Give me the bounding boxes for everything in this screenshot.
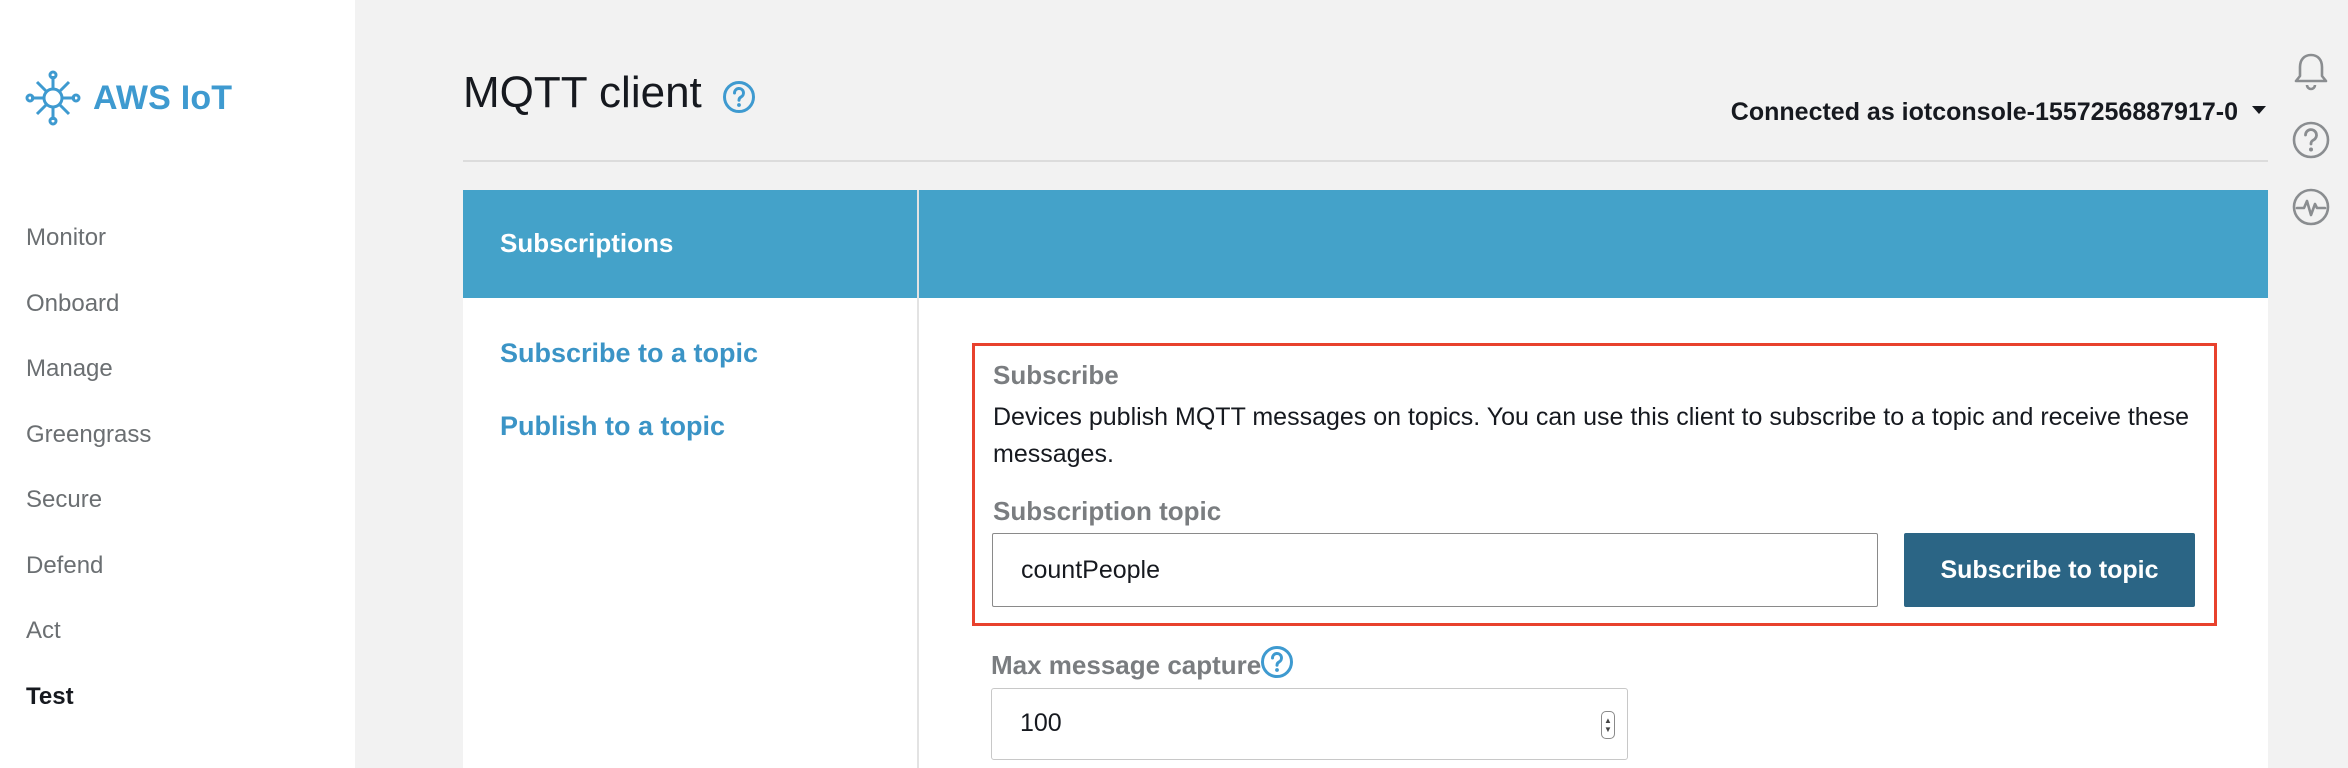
left-sidebar: AWS IoT Monitor Onboard Manage Greengras…	[0, 0, 355, 768]
header-divider	[463, 160, 2268, 162]
subscribe-section-highlight: Subscribe Devices publish MQTT messages …	[972, 343, 2217, 626]
sidebar-item-onboard[interactable]: Onboard	[26, 284, 151, 350]
sidebar-nav: Monitor Onboard Manage Greengrass Secure…	[26, 218, 151, 742]
sidebar-item-test[interactable]: Test	[26, 677, 151, 743]
stepper-up-icon[interactable]: ▲	[1604, 716, 1612, 725]
help-icon[interactable]	[722, 80, 756, 114]
aws-iot-logo-icon	[25, 70, 81, 126]
connection-dropdown[interactable]: Connected as iotconsole-1557256887917-0	[1731, 98, 2266, 127]
caret-down-icon	[2252, 105, 2266, 114]
subscription-topic-label: Subscription topic	[993, 496, 1222, 526]
publish-to-topic-link[interactable]: Publish to a topic	[500, 411, 725, 442]
subscribe-to-topic-button[interactable]: Subscribe to topic	[1904, 533, 2195, 607]
activity-icon[interactable]	[2290, 186, 2332, 228]
connection-label: Connected as iotconsole-1557256887917-0	[1730, 98, 2238, 126]
sidebar-item-greengrass[interactable]: Greengrass	[26, 415, 151, 481]
subscribe-to-topic-link[interactable]: Subscribe to a topic	[500, 338, 758, 369]
mqtt-panel: Subscriptions Subscribe to a topic Publi…	[463, 190, 2268, 768]
help-circle-icon[interactable]	[2290, 119, 2332, 161]
sidebar-item-act[interactable]: Act	[26, 611, 151, 677]
number-stepper[interactable]: ▲ ▼	[1601, 711, 1615, 739]
max-message-capture-input[interactable]: 100 ▲ ▼	[991, 688, 1628, 760]
aws-iot-logo[interactable]: AWS IoT	[25, 70, 232, 126]
sidebar-item-defend[interactable]: Defend	[26, 546, 151, 612]
page-title: MQTT client	[463, 68, 702, 117]
panel-header: Subscriptions	[463, 190, 2268, 298]
subscriptions-header: Subscriptions	[500, 228, 674, 258]
help-icon[interactable]	[1260, 645, 1294, 679]
max-message-capture-value: 100	[1020, 709, 1062, 737]
max-message-capture-label: Max message capture	[991, 650, 1262, 680]
logo-text: AWS IoT	[93, 78, 233, 117]
sidebar-item-manage[interactable]: Manage	[26, 349, 151, 415]
column-divider	[917, 190, 919, 768]
stepper-down-icon[interactable]: ▼	[1604, 725, 1612, 734]
sidebar-item-monitor[interactable]: Monitor	[26, 218, 151, 284]
bell-icon[interactable]	[2290, 50, 2332, 92]
sidebar-item-secure[interactable]: Secure	[26, 480, 151, 546]
subscription-topic-input[interactable]	[992, 533, 1878, 607]
subscribe-heading: Subscribe	[993, 360, 1119, 390]
subscribe-description: Devices publish MQTT messages on topics.…	[993, 403, 2190, 468]
